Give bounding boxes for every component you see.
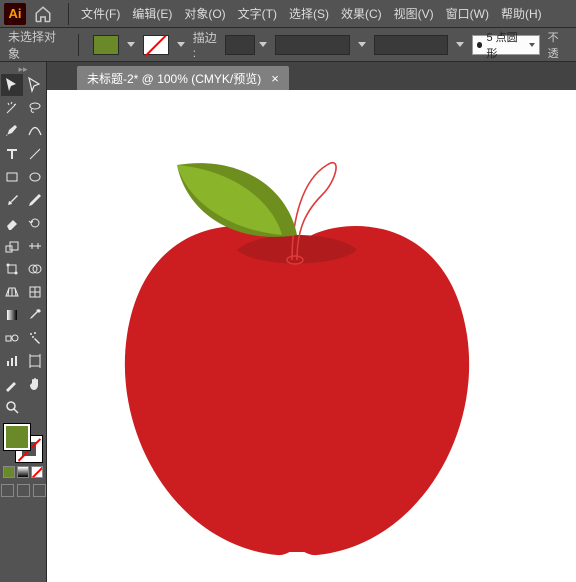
stroke-label: 描边 : — [193, 29, 221, 60]
separator — [78, 34, 79, 56]
tools-panel: ▸▸ — [0, 62, 47, 582]
free-transform-tool[interactable] — [1, 258, 23, 280]
color-mode-row — [3, 466, 43, 478]
hand-tool[interactable] — [24, 373, 46, 395]
document-tab[interactable]: 未标题-2* @ 100% (CMYK/预览) × — [77, 66, 289, 90]
blend-tool[interactable] — [1, 327, 23, 349]
menu-view[interactable]: 视图(V) — [388, 2, 440, 25]
rotate-tool[interactable] — [24, 212, 46, 234]
tab-close-icon[interactable]: × — [271, 71, 279, 86]
color-mode-gradient[interactable] — [17, 466, 29, 478]
pencil-tool[interactable] — [24, 189, 46, 211]
toolbar-expand-icon[interactable]: ▸▸ — [1, 64, 45, 74]
selection-tool[interactable] — [1, 74, 23, 96]
menu-window[interactable]: 窗口(W) — [440, 2, 495, 25]
draw-modes — [1, 484, 46, 497]
document-area: 未标题-2* @ 100% (CMYK/预览) × — [47, 62, 576, 582]
eyedropper-tool[interactable] — [24, 304, 46, 326]
artwork-apple[interactable] — [67, 110, 527, 570]
symbol-sprayer-tool[interactable] — [24, 327, 46, 349]
menu-type[interactable]: 文字(T) — [232, 2, 283, 25]
dropdown-icon[interactable] — [456, 42, 464, 47]
rectangle-tool[interactable] — [1, 166, 23, 188]
pen-tool[interactable] — [1, 120, 23, 142]
width-tool[interactable] — [24, 235, 46, 257]
brush-profile-dropdown[interactable]: 5 点圆形 — [472, 35, 540, 55]
separator — [68, 3, 69, 25]
menu-file[interactable]: 文件(F) — [75, 2, 126, 25]
draw-inside[interactable] — [33, 484, 46, 497]
tab-bar: 未标题-2* @ 100% (CMYK/预览) × — [47, 62, 576, 90]
mesh-tool[interactable] — [24, 281, 46, 303]
fill-stroke-picker[interactable] — [4, 424, 42, 462]
menu-edit[interactable]: 编辑(E) — [126, 2, 178, 25]
slice-tool[interactable] — [1, 373, 23, 395]
zoom-tool[interactable] — [1, 396, 23, 418]
stroke-dropdown-icon[interactable] — [177, 42, 185, 47]
brush-profile-label: 5 点圆形 — [486, 29, 524, 61]
color-mode-solid[interactable] — [3, 466, 15, 478]
shape-builder-tool[interactable] — [24, 258, 46, 280]
artboard-tool[interactable] — [24, 350, 46, 372]
stroke-width-input[interactable] — [225, 35, 256, 55]
ellipse-tool[interactable] — [24, 166, 46, 188]
line-tool[interactable] — [24, 143, 46, 165]
menu-bar: Ai 文件(F) 编辑(E) 对象(O) 文字(T) 选择(S) 效果(C) 视… — [0, 0, 576, 28]
selection-status: 未选择对象 — [8, 28, 64, 62]
tab-title: 未标题-2* @ 100% (CMYK/预览) — [87, 70, 261, 87]
gradient-tool[interactable] — [1, 304, 23, 326]
fill-swatch[interactable] — [93, 35, 119, 55]
variable-width-profile-dropdown[interactable] — [275, 35, 349, 55]
fill-dropdown-icon[interactable] — [127, 42, 135, 47]
scale-tool[interactable] — [1, 235, 23, 257]
stroke-width-stepper-icon[interactable] — [259, 42, 267, 47]
opacity-label: 不透 — [548, 29, 568, 61]
perspective-grid-tool[interactable] — [1, 281, 23, 303]
brush-definition-dropdown[interactable] — [374, 35, 448, 55]
menu-select[interactable]: 选择(S) — [283, 2, 335, 25]
chevron-down-icon — [529, 43, 535, 47]
dropdown-icon[interactable] — [358, 42, 366, 47]
fill-color-swatch[interactable] — [4, 424, 30, 450]
stroke-swatch[interactable] — [143, 35, 169, 55]
magic-wand-tool[interactable] — [1, 97, 23, 119]
round-dot-icon — [477, 42, 482, 48]
draw-normal[interactable] — [1, 484, 14, 497]
canvas[interactable] — [47, 90, 576, 582]
lasso-tool[interactable] — [24, 97, 46, 119]
home-icon[interactable] — [34, 5, 52, 23]
control-bar: 未选择对象 描边 : 5 点圆形 不透 — [0, 28, 576, 62]
direct-selection-tool[interactable] — [24, 74, 46, 96]
menu-effect[interactable]: 效果(C) — [335, 2, 388, 25]
curvature-tool[interactable] — [24, 120, 46, 142]
eraser-tool[interactable] — [1, 212, 23, 234]
type-tool[interactable] — [1, 143, 23, 165]
paintbrush-tool[interactable] — [1, 189, 23, 211]
color-mode-none[interactable] — [31, 466, 43, 478]
app-logo: Ai — [4, 3, 26, 25]
menu-object[interactable]: 对象(O) — [178, 2, 231, 25]
empty-slot — [24, 396, 46, 418]
column-graph-tool[interactable] — [1, 350, 23, 372]
draw-behind[interactable] — [17, 484, 30, 497]
menu-help[interactable]: 帮助(H) — [495, 2, 548, 25]
